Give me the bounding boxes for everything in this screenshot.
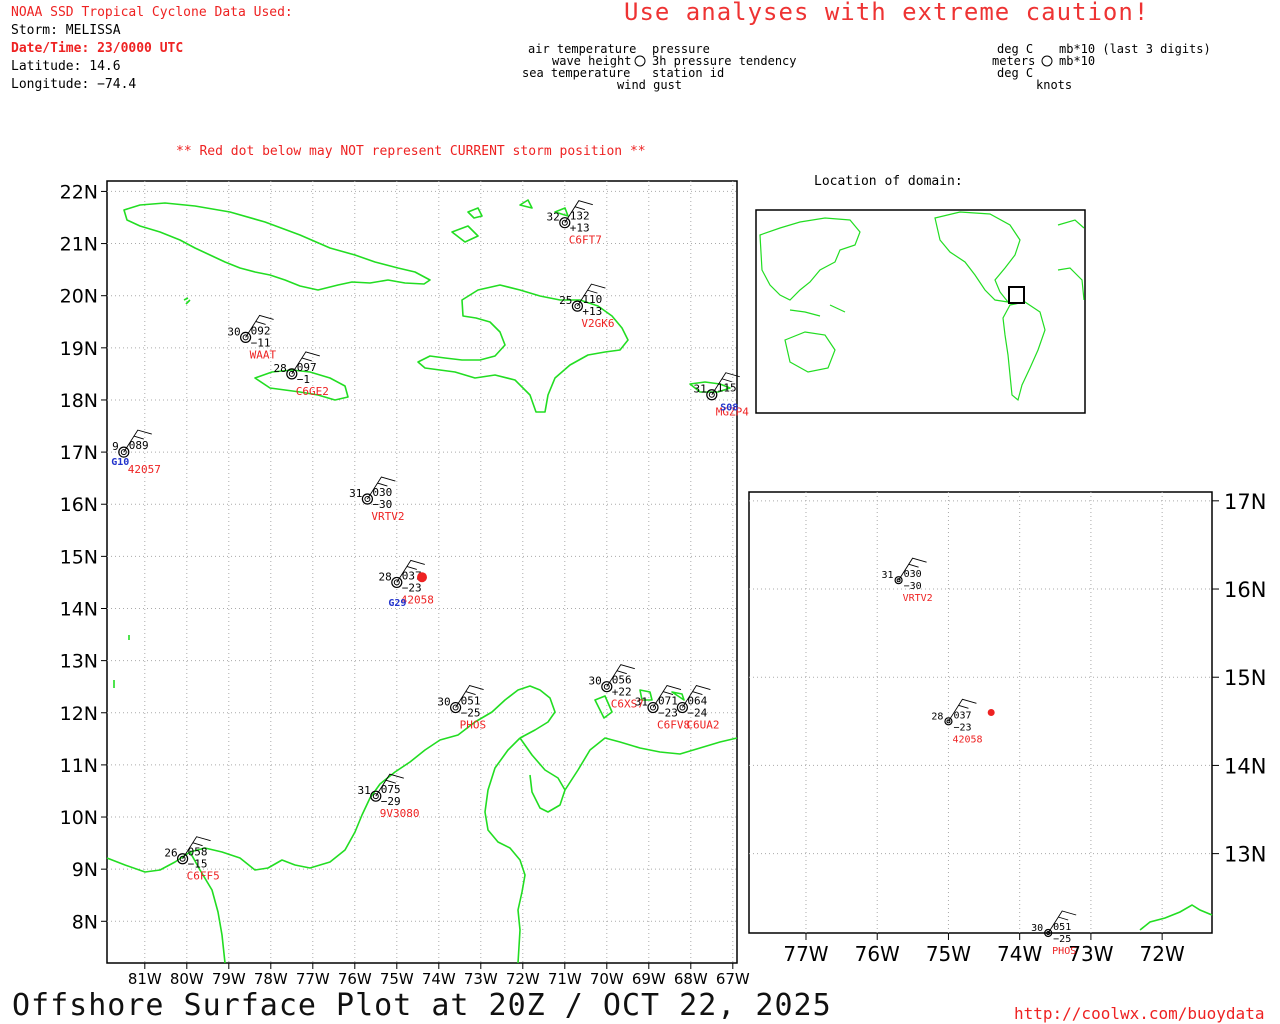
lat-label: 9N <box>72 859 98 881</box>
station-temp: 9 <box>112 440 119 453</box>
zoom-map-frame <box>748 491 1213 934</box>
station-temp: 30 <box>227 325 240 338</box>
station-temp: 30 <box>437 696 450 709</box>
station-id: WAAT <box>250 348 277 361</box>
station-id: C6FV8 <box>657 719 690 732</box>
zoom-lat-label: 14N <box>1224 754 1266 778</box>
station-id: 9V3080 <box>380 807 420 820</box>
storm-position-dot <box>417 572 427 583</box>
lat-label: 18N <box>60 390 98 412</box>
station-pressure: 051 <box>1053 922 1071 933</box>
station-temp: 31 <box>882 570 894 581</box>
lon-label: 68W <box>674 970 708 988</box>
lon-label: 74W <box>422 970 456 988</box>
station-pressure: 037 <box>953 710 971 721</box>
lat-label: 20N <box>60 286 98 308</box>
station-temp: 25 <box>559 294 572 307</box>
station-temp: 31 <box>694 383 707 396</box>
station-tendency: −30 <box>904 581 922 592</box>
lon-label: 69W <box>632 970 666 988</box>
station-temp: 30 <box>589 675 602 688</box>
zoom-lat-label: 16N <box>1224 578 1266 602</box>
station-id: C6UA2 <box>686 719 719 732</box>
station-tendency: −23 <box>953 722 971 733</box>
lon-label: 76W <box>338 970 372 988</box>
lat-label: 12N <box>60 703 98 725</box>
lon-label: 80W <box>170 970 204 988</box>
station-id: PHOS <box>1052 946 1076 957</box>
lat-label: 15N <box>60 546 98 568</box>
lat-label: 10N <box>60 807 98 829</box>
station-id: VRTV2 <box>371 510 404 523</box>
zoom-lat-label: 15N <box>1224 666 1266 690</box>
zoom-lat-labels: 17N 16N 15N 14N 13N <box>1212 490 1266 867</box>
lon-label: 75W <box>380 970 414 988</box>
zoom-lon-label: 76W <box>855 942 900 966</box>
lon-label: 70W <box>590 970 624 988</box>
legend-station-circle-units <box>1041 55 1053 67</box>
station-temp: 28 <box>379 570 392 583</box>
zoom-lon-label: 72W <box>1140 942 1185 966</box>
station-id: C6GE2 <box>296 385 329 398</box>
lat-label: 8N <box>72 911 98 933</box>
station-id: PHOS <box>460 719 487 732</box>
lon-label: 71W <box>548 970 582 988</box>
main-lat-labels: 22N 21N 20N 19N 18N 17N 16N 15N 14N 13N 12N 11N 10N 9… <box>60 181 107 933</box>
station-id: VRTV2 <box>903 593 933 604</box>
zoom-lon-label: 75W <box>926 942 971 966</box>
station-temp: 28 <box>274 362 287 375</box>
lon-label: 73W <box>464 970 498 988</box>
station-temp: 28 <box>931 711 943 722</box>
station-aux-id: G10 <box>111 457 129 468</box>
lat-label: 14N <box>60 598 98 620</box>
lat-label: 21N <box>60 234 98 256</box>
station-id: V2GK6 <box>581 317 614 330</box>
zoom-storm-position-dot <box>987 709 995 716</box>
lat-label: 11N <box>60 755 98 777</box>
station-temp: 32 <box>547 211 560 224</box>
station-temp: 31 <box>349 487 362 500</box>
station-tendency: −25 <box>1053 934 1071 945</box>
main-map: 22N 21N 20N 19N 18N 17N 16N 15N 14N 13N 12N 11N 10N 9… <box>60 180 750 988</box>
lon-label: 79W <box>212 970 246 988</box>
station-temp: 26 <box>164 847 177 860</box>
lon-label: 78W <box>254 970 288 988</box>
main-lon-labels: 81W 80W 79W 78W 77W 76W 75W 74W 73W 72W 71W 70W 69W 6… <box>128 963 750 988</box>
station-pressure: 115 <box>717 382 737 395</box>
lon-label: 67W <box>716 970 750 988</box>
station-temp: 30 <box>1031 923 1043 934</box>
station-aux-id: G29 <box>388 598 406 609</box>
lat-label: 22N <box>60 181 98 203</box>
station-id: 42058 <box>952 734 982 745</box>
locator-inset <box>755 209 1086 414</box>
map-canvas: 22N 21N 20N 19N 18N 17N 16N 15N 14N 13N 12N 11N 10N 9… <box>60 55 1266 988</box>
lat-label: 17N <box>60 442 98 464</box>
lon-label: 72W <box>506 970 540 988</box>
zoom-lon-labels: 77W 76W 75W 74W 73W 72W <box>783 933 1185 966</box>
station-id: 42057 <box>128 463 161 476</box>
lon-label: 77W <box>296 970 330 988</box>
legend-station-circle <box>634 55 646 67</box>
lat-label: 13N <box>60 651 98 673</box>
station-aux-id: S08 <box>720 402 738 413</box>
station-id: C6FT7 <box>569 234 602 247</box>
station-id: C6FF5 <box>187 870 220 883</box>
station-pressure: 089 <box>129 439 149 452</box>
zoom-lat-label: 13N <box>1224 843 1266 867</box>
station-temp: 31 <box>358 784 371 797</box>
lat-label: 19N <box>60 338 98 360</box>
station-pressure: 030 <box>904 569 922 580</box>
zoom-lat-label: 17N <box>1224 490 1266 514</box>
lon-label: 81W <box>128 970 162 988</box>
lat-label: 16N <box>60 494 98 516</box>
zoom-lon-label: 77W <box>783 942 828 966</box>
zoom-map: 17N16N15N14N13N 77W 76W 75W 74W 73W 72W 31 030… <box>748 490 1266 966</box>
station-temp: 31 <box>635 696 648 709</box>
zoom-lon-label: 74W <box>997 942 1042 966</box>
